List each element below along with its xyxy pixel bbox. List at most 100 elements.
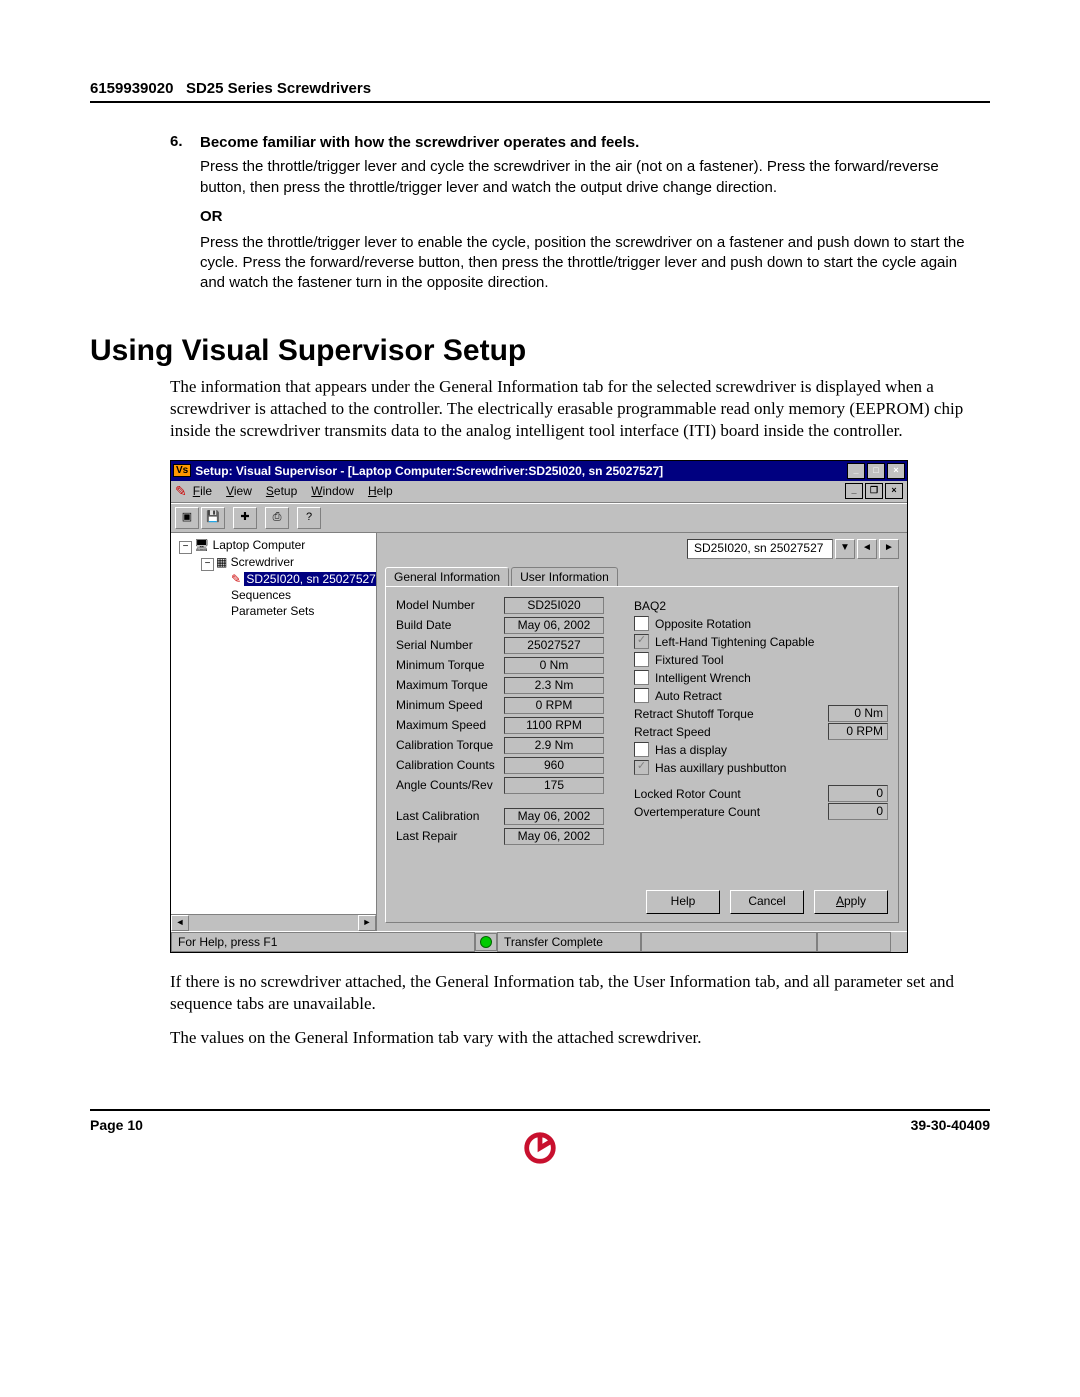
mdi-minimize-button[interactable]: _ bbox=[845, 483, 863, 499]
field-value: May 06, 2002 bbox=[504, 808, 604, 825]
checkbox[interactable]: ✓ bbox=[634, 760, 649, 775]
tab-general-information[interactable]: General Information bbox=[385, 567, 509, 586]
field-value: 2.9 Nm bbox=[504, 737, 604, 754]
checkbox[interactable] bbox=[634, 616, 649, 631]
checkbox-row: Opposite Rotation bbox=[634, 615, 888, 633]
step-title: Become familiar with how the screwdriver… bbox=[200, 133, 980, 153]
minimize-button[interactable]: _ bbox=[847, 463, 865, 479]
device-selector[interactable]: SD25I020, sn 25027527 bbox=[687, 539, 833, 559]
field-label: Model Number bbox=[396, 598, 504, 612]
value-label: Retract Shutoff Torque bbox=[634, 707, 828, 721]
menu-view[interactable]: View bbox=[226, 484, 252, 498]
app-icon: Vs bbox=[173, 464, 191, 477]
value-row: Retract Speed0 RPM bbox=[634, 723, 888, 741]
field-value: May 06, 2002 bbox=[504, 617, 604, 634]
footer-page: Page 10 bbox=[90, 1117, 143, 1133]
tree-screwdriver[interactable]: −▦ Screwdriver bbox=[173, 554, 374, 571]
tree-scrollbar[interactable]: ◄ ► bbox=[171, 914, 376, 931]
toolbar-button-plus[interactable]: ✚ bbox=[233, 507, 257, 529]
count-field: 0 bbox=[828, 785, 888, 802]
tree-paramsets[interactable]: Parameter Sets bbox=[173, 603, 374, 619]
value-row: Retract Shutoff Torque0 Nm bbox=[634, 705, 888, 723]
checkbox-row: Fixtured Tool bbox=[634, 651, 888, 669]
menu-setup[interactable]: Setup bbox=[266, 484, 297, 498]
tree-sequences[interactable]: Sequences bbox=[173, 587, 374, 603]
titlebar: Vs Setup: Visual Supervisor - [Laptop Co… bbox=[171, 461, 907, 481]
field-label: Last Calibration bbox=[396, 809, 504, 823]
menu-help[interactable]: Help bbox=[368, 484, 393, 498]
count-field: 0 bbox=[828, 803, 888, 820]
field-value: 0 RPM bbox=[504, 697, 604, 714]
help-icon[interactable]: ? bbox=[297, 507, 321, 529]
status-led bbox=[475, 933, 497, 951]
checkbox-label: Opposite Rotation bbox=[655, 617, 751, 631]
field-label: Angle Counts/Rev bbox=[396, 778, 504, 792]
field-value: 960 bbox=[504, 757, 604, 774]
checkbox-label: Left-Hand Tightening Capable bbox=[655, 635, 814, 649]
cp-logo bbox=[90, 1129, 990, 1172]
apply-button[interactable]: Apply bbox=[814, 890, 888, 914]
status-bar: For Help, press F1 Transfer Complete bbox=[171, 931, 907, 952]
maximize-button[interactable]: □ bbox=[867, 463, 885, 479]
field-label: Minimum Speed bbox=[396, 698, 504, 712]
checkbox[interactable] bbox=[634, 688, 649, 703]
or-divider: OR bbox=[200, 208, 990, 225]
menu-bar: ✎ File View Setup Window Help _ ❐ × bbox=[171, 481, 907, 503]
checkbox[interactable] bbox=[634, 742, 649, 757]
checkbox-label: Fixtured Tool bbox=[655, 653, 723, 667]
step-6: 6. Become familiar with how the screwdri… bbox=[170, 133, 980, 198]
count-label: Overtemperature Count bbox=[634, 805, 828, 819]
checkbox[interactable]: ✓ bbox=[634, 634, 649, 649]
field-label: Last Repair bbox=[396, 829, 504, 843]
tree-root[interactable]: −🖥 Laptop Computer bbox=[173, 537, 374, 554]
checkbox[interactable] bbox=[634, 652, 649, 667]
checkbox-label: Has a display bbox=[655, 743, 727, 757]
mdi-close-button[interactable]: × bbox=[885, 483, 903, 499]
window-title: Setup: Visual Supervisor - [Laptop Compu… bbox=[195, 464, 845, 478]
post-text-2: The values on the General Information ta… bbox=[170, 1027, 990, 1049]
field-value: 2.3 Nm bbox=[504, 677, 604, 694]
field-label: Build Date bbox=[396, 618, 504, 632]
help-button[interactable]: Help bbox=[646, 890, 720, 914]
save-icon[interactable]: 💾 bbox=[201, 507, 225, 529]
dropdown-icon[interactable]: ▼ bbox=[835, 539, 855, 559]
general-info-panel: Model NumberSD25I020Build DateMay 06, 20… bbox=[385, 586, 899, 923]
field-value: SD25I020 bbox=[504, 597, 604, 614]
tab-user-information[interactable]: User Information bbox=[511, 567, 618, 586]
page-header: 6159939020 SD25 Series Screwdrivers bbox=[90, 80, 990, 103]
value-field: 0 Nm bbox=[828, 705, 888, 722]
pen-icon: ✎ bbox=[175, 483, 187, 500]
field-value: 1100 RPM bbox=[504, 717, 604, 734]
doc-number: 6159939020 bbox=[90, 80, 173, 97]
step-para-1: Press the throttle/trigger lever and cyc… bbox=[200, 157, 980, 198]
field-label: Calibration Torque bbox=[396, 738, 504, 752]
value-label: Retract Speed bbox=[634, 725, 828, 739]
field-label: Minimum Torque bbox=[396, 658, 504, 672]
scroll-right-icon[interactable]: ► bbox=[358, 915, 376, 931]
led-icon bbox=[480, 936, 492, 948]
count-row: Locked Rotor Count0 bbox=[634, 785, 888, 803]
close-button[interactable]: × bbox=[887, 463, 905, 479]
menu-window[interactable]: Window bbox=[311, 484, 354, 498]
checkbox-row: Intelligent Wrench bbox=[634, 669, 888, 687]
baq2-label: BAQ2 bbox=[634, 597, 888, 615]
scroll-left-icon[interactable]: ◄ bbox=[171, 915, 189, 931]
doc-title: SD25 Series Screwdrivers bbox=[186, 80, 371, 97]
print-icon[interactable]: ⎙ bbox=[265, 507, 289, 529]
mdi-restore-button[interactable]: ❐ bbox=[865, 483, 883, 499]
next-device-button[interactable]: ► bbox=[879, 539, 899, 559]
cancel-button[interactable]: Cancel bbox=[730, 890, 804, 914]
field-value: May 06, 2002 bbox=[504, 828, 604, 845]
checkbox-label: Has auxillary pushbutton bbox=[655, 761, 786, 775]
toolbar-button-1[interactable]: ▣ bbox=[175, 507, 199, 529]
prev-device-button[interactable]: ◄ bbox=[857, 539, 877, 559]
tree-selected-item[interactable]: ✎ SD25I020, sn 25027527 bbox=[173, 571, 374, 587]
count-label: Locked Rotor Count bbox=[634, 787, 828, 801]
menu-file[interactable]: File bbox=[193, 484, 212, 498]
checkbox[interactable] bbox=[634, 670, 649, 685]
checkbox-label: Auto Retract bbox=[655, 689, 722, 703]
vs-setup-window: Vs Setup: Visual Supervisor - [Laptop Co… bbox=[170, 460, 908, 953]
checkbox-row: ✓ Left-Hand Tightening Capable bbox=[634, 633, 888, 651]
field-label: Serial Number bbox=[396, 638, 504, 652]
count-row: Overtemperature Count0 bbox=[634, 803, 888, 821]
